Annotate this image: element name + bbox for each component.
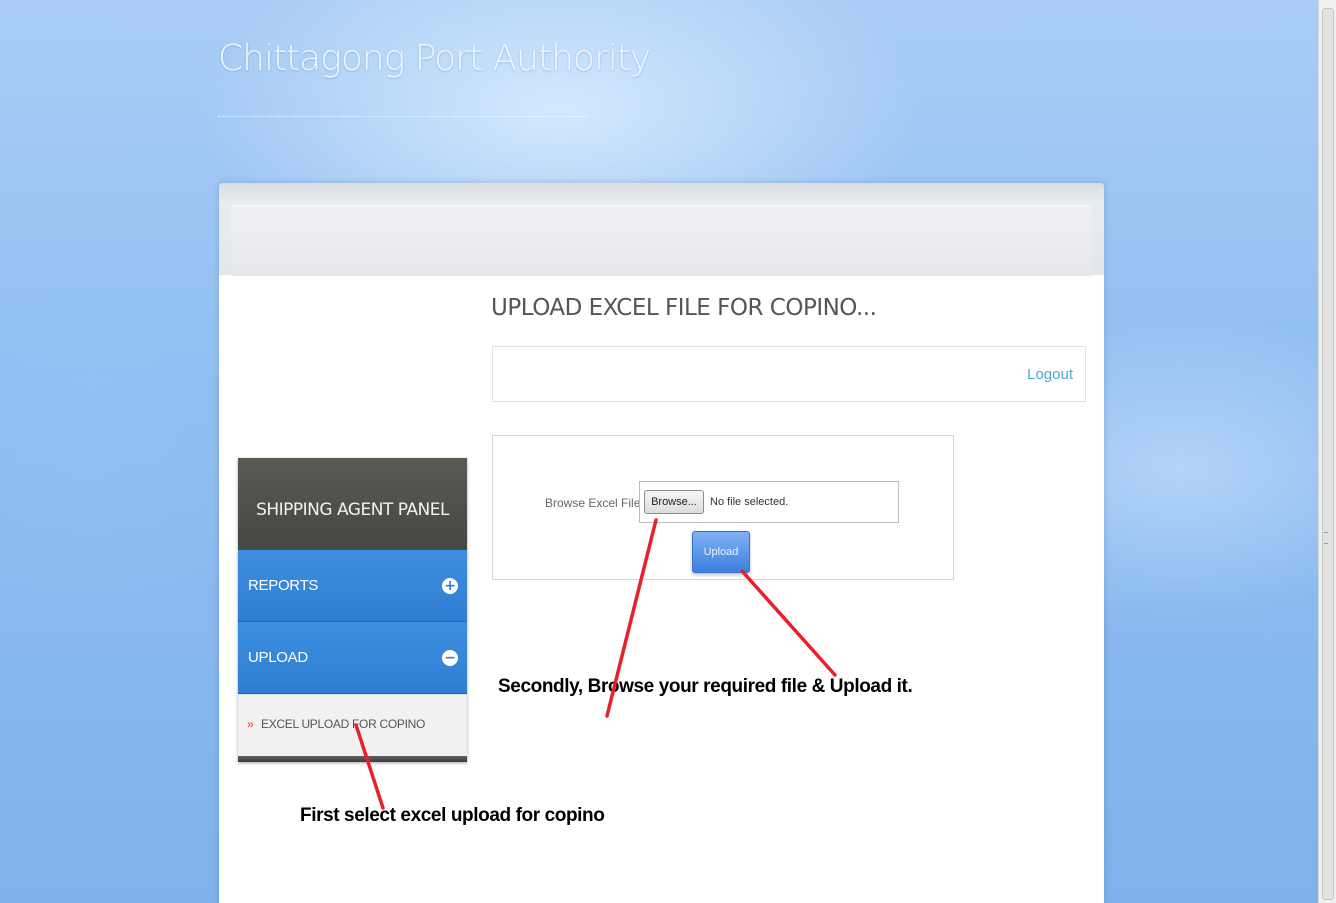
scrollbar-grip-icon <box>1324 532 1328 544</box>
sidebar-item-reports[interactable]: REPORTS + <box>238 550 467 622</box>
sidebar-header: SHIPPING AGENT PANEL <box>238 458 467 550</box>
upload-form: Browse Excel File Browse... No file sele… <box>492 435 954 580</box>
page-title: UPLOAD EXCEL FILE FOR COPINO... <box>491 295 877 321</box>
collapse-minus-icon[interactable]: − <box>442 650 458 666</box>
expand-plus-icon[interactable]: + <box>442 578 458 594</box>
site-title: Chittagong Port Authority <box>218 38 651 79</box>
sidebar-item-label: REPORTS <box>248 577 319 594</box>
browse-button[interactable]: Browse... <box>644 490 704 514</box>
file-status: No file selected. <box>710 496 789 508</box>
double-chevron-icon: » <box>247 717 254 731</box>
file-input[interactable]: Browse... No file selected. <box>639 481 899 523</box>
sidebar-item-upload[interactable]: UPLOAD − <box>238 622 467 694</box>
logout-bar: Logout <box>492 346 1086 402</box>
sidebar: SHIPPING AGENT PANEL REPORTS + UPLOAD − … <box>238 458 467 762</box>
logout-link[interactable]: Logout <box>1027 366 1073 383</box>
content-panel-header <box>219 183 1104 276</box>
browse-label: Browse Excel File <box>545 496 641 510</box>
sidebar-subitem-label: EXCEL UPLOAD FOR COPINO <box>261 717 426 731</box>
sidebar-item-label: UPLOAD <box>248 649 308 666</box>
content-panel-header-inner <box>231 205 1092 276</box>
sidebar-subitem-excel-upload[interactable]: » EXCEL UPLOAD FOR COPINO <box>238 694 467 756</box>
upload-button[interactable]: Upload <box>692 531 750 573</box>
scrollbar-thumb[interactable] <box>1322 8 1334 900</box>
annotation-second-step: Secondly, Browse your required file & Up… <box>498 676 913 697</box>
title-divider <box>218 116 588 117</box>
annotation-first-step: First select excel upload for copino <box>300 805 605 826</box>
sidebar-footer <box>238 756 467 762</box>
vertical-scrollbar[interactable] <box>1318 0 1336 903</box>
